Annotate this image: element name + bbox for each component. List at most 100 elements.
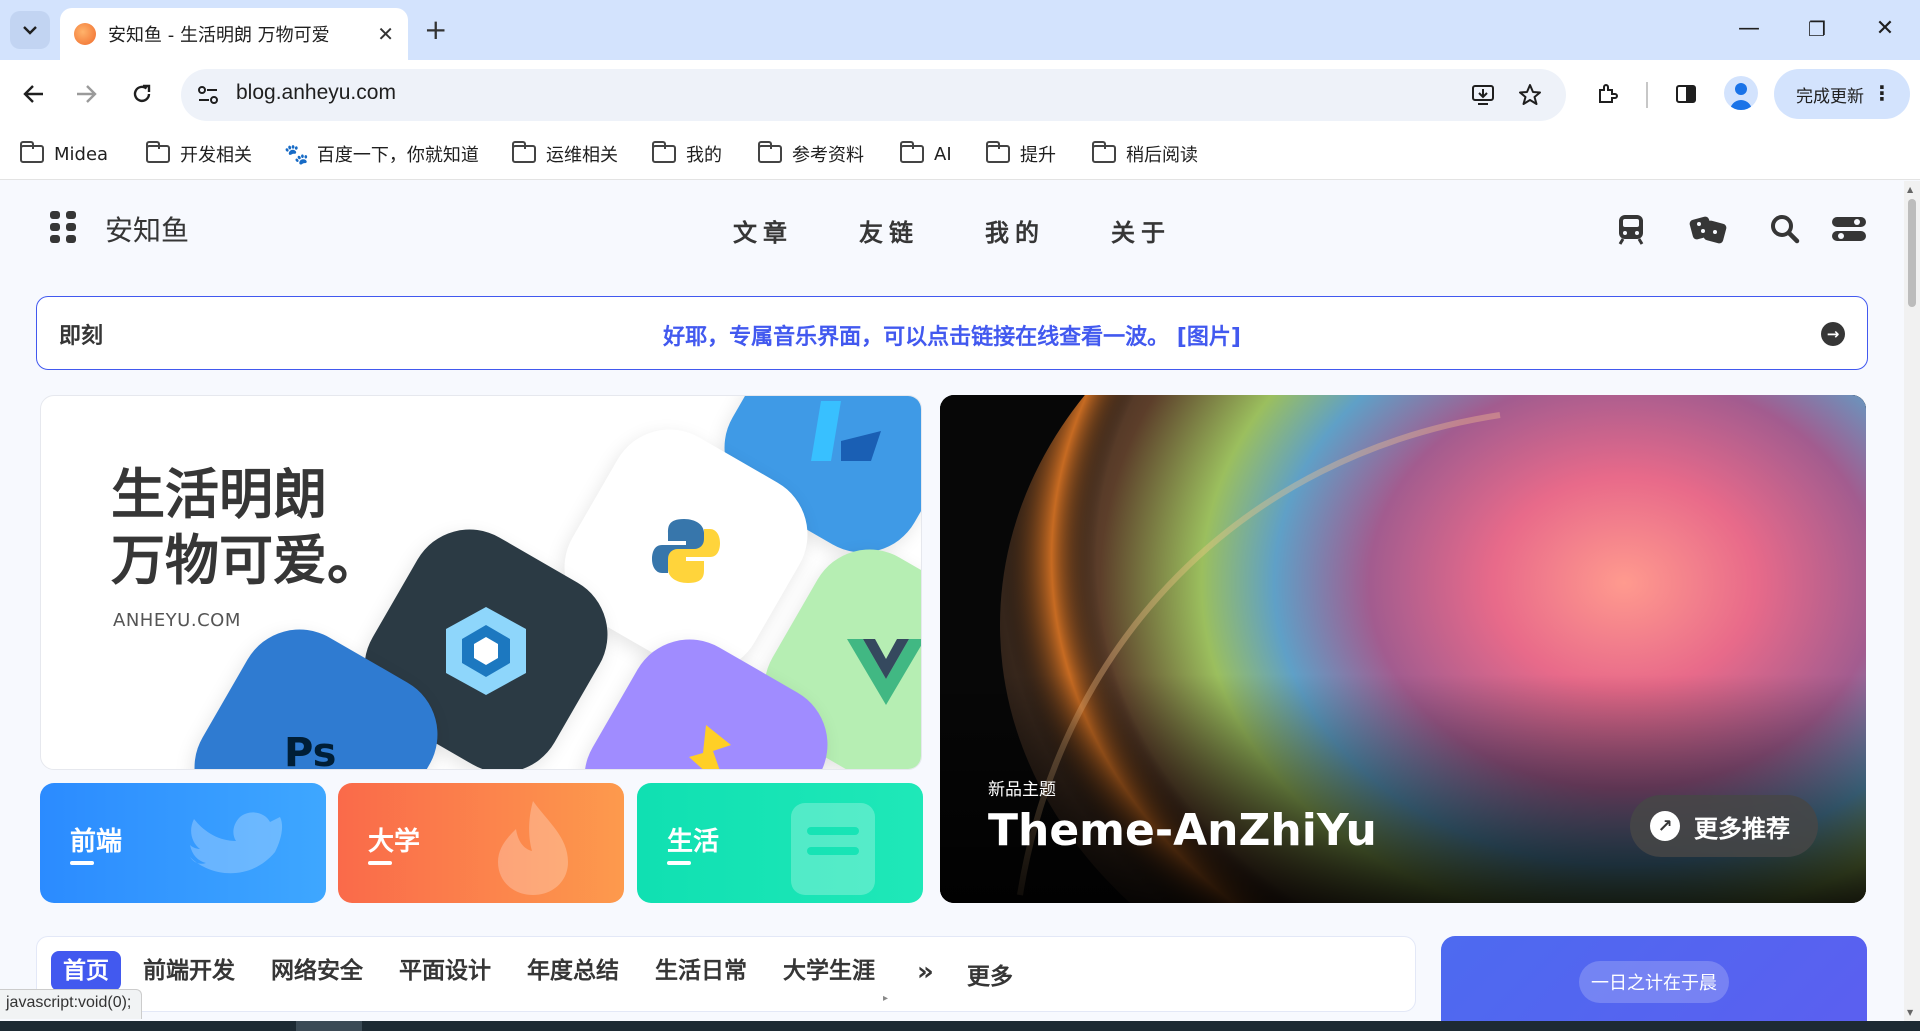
page-scrollbar[interactable]: ▲ ▼ [1904,181,1920,1021]
bookmark-item[interactable]: Midea [20,139,108,169]
nav-friends[interactable]: 友链 [859,213,919,248]
bookmark-item[interactable]: 提升 [986,139,1056,169]
category-label: 大学 [368,827,421,857]
restore-button[interactable]: ❐ [1797,12,1837,46]
folder-icon [1092,141,1116,163]
bookmark-label: 稍后阅读 [1126,145,1198,166]
peach-favicon-icon [74,23,96,45]
arrow-right-icon [77,85,97,103]
sidebar-welcome-card: 一日之计在于晨 [1441,936,1867,1021]
moments-banner[interactable]: 即刻 好耶，专属音乐界面，可以点击链接在线查看一波。 [图片] → [36,296,1868,370]
reload-button[interactable] [122,74,162,114]
bookmark-item[interactable]: 参考资料 [758,139,864,169]
more-recommend-button[interactable]: ↗ 更多推荐 [1630,795,1818,857]
update-label: 完成更新 [1796,86,1864,107]
tab-university[interactable]: 大学生涯 [783,951,875,991]
chevron-down-icon [23,26,37,35]
scroll-down-icon[interactable]: ▼ [1907,1008,1913,1017]
moments-message[interactable]: 好耶，专属音乐界面，可以点击链接在线查看一波。 [图片] [37,319,1867,351]
scroll-caret-icon: ▸ [883,993,889,1004]
bookmark-item[interactable]: 我的 [652,139,722,169]
site-title[interactable]: 安知鱼 [105,209,189,249]
hero-heading: 生活明朗 万物可爱。 [111,462,381,594]
more-menu-icon[interactable]: ⋮ [1872,81,1892,105]
active-tab[interactable]: 安知鱼 - 生活明朗 万物可爱 ✕ [60,8,408,60]
web-page: 安知鱼 文章 友链 我的 关于 即刻 好耶，专属音乐界面，可以点击链接在线查看一… [0,181,1920,1021]
bookmark-item[interactable]: 运维相关 [512,139,618,169]
tab-frontend-dev[interactable]: 前端开发 [143,951,235,991]
bookmark-label: 百度一下，你就知道 [316,145,479,166]
tab-graphic-design[interactable]: 平面设计 [399,951,491,991]
scrollbar-thumb[interactable] [1908,199,1916,307]
profile-avatar-icon[interactable] [1724,76,1758,110]
tab-network-security[interactable]: 网络安全 [271,951,363,991]
bookmark-item[interactable]: 稍后阅读 [1092,139,1198,169]
arrow-left-icon [23,85,43,103]
site-menu-grid-icon[interactable] [50,211,76,243]
bookmark-label: 运维相关 [546,145,618,166]
toggle-icon[interactable] [1829,209,1869,249]
tab-annual-summary[interactable]: 年度总结 [527,951,619,991]
tab-close-icon[interactable]: ✕ [377,22,394,46]
nav-mine[interactable]: 我的 [985,213,1045,248]
bookmark-item[interactable]: AI [900,139,952,169]
tab-home[interactable]: 首页 [51,951,121,991]
back-button[interactable] [14,74,54,114]
bookmark-star-icon[interactable] [1514,79,1546,111]
double-chevron-right-icon[interactable]: » [917,957,934,987]
featured-subtitle: 新品主题 [988,780,1056,800]
category-tabs: 首页 前端开发 网络安全 平面设计 年度总结 生活日常 大学生涯 » 更多 ▸ [36,936,1416,1012]
window-close-button[interactable]: ✕ [1865,12,1905,46]
os-taskbar [0,1021,1920,1031]
toolbar-divider [1646,82,1648,108]
search-icon[interactable] [1765,209,1805,249]
arrow-right-circle-icon[interactable]: → [1821,322,1845,346]
reload-icon [133,84,151,103]
bookmark-label: 参考资料 [792,145,864,166]
new-tab-button[interactable]: + [424,14,447,46]
bookmark-item[interactable]: 开发相关 [146,139,252,169]
bookmark-label: AI [934,143,952,165]
taskbar-active-app[interactable] [296,1021,362,1031]
featured-card[interactable]: 新品主题 Theme-AnZhiYu ↗ 更多推荐 [940,395,1866,903]
update-button[interactable]: 完成更新 ⋮ [1774,69,1910,119]
tab-search-button[interactable] [10,11,50,49]
bookmark-label: Midea [54,143,109,165]
bookmark-label: 开发相关 [180,145,252,166]
folder-icon [900,141,924,163]
forward-button[interactable] [66,74,106,114]
minimize-button[interactable]: — [1729,12,1769,46]
address-bar[interactable]: blog.anheyu.com [181,69,1566,121]
svg-text:Ps: Ps [284,730,336,770]
category-label: 前端 [70,827,123,857]
extensions-icon[interactable] [1590,76,1626,112]
side-panel-icon[interactable] [1668,76,1704,112]
tab-daily-life[interactable]: 生活日常 [655,951,747,991]
nav-articles[interactable]: 文章 [733,213,793,248]
train-icon[interactable] [1611,209,1651,249]
site-settings-icon[interactable] [195,82,221,108]
bird-icon [190,812,283,874]
install-app-icon[interactable] [1467,79,1499,111]
baidu-paw-icon: 🐾 [284,142,309,166]
tab-strip: 安知鱼 - 生活明朗 万物可爱 ✕ + — ❐ ✕ [0,0,1920,60]
category-card-frontend[interactable]: 前端 [40,783,326,903]
hero-line-2: 万物可爱。 [111,529,381,592]
featured-title: Theme-AnZhiYu [988,805,1377,856]
motto-pill[interactable]: 一日之计在于晨 [1579,961,1729,1003]
nav-about[interactable]: 关于 [1111,213,1171,248]
hero-line-1: 生活明朗 [111,463,327,526]
folder-icon [986,141,1010,163]
category-card-life[interactable]: 生活 [637,783,923,903]
flame-icon [498,801,568,895]
tab-more[interactable]: 更多 [967,957,1013,997]
folder-icon [758,141,782,163]
category-underline [70,861,94,865]
document-icon [791,803,875,895]
category-card-university[interactable]: 大学 [338,783,624,903]
bookmark-item[interactable]: 🐾 百度一下，你就知道 [284,139,479,169]
tab-title: 安知鱼 - 生活明朗 万物可爱 [108,25,330,46]
scroll-up-icon[interactable]: ▲ [1907,185,1913,194]
dice-icon[interactable] [1688,209,1728,249]
arrow-up-right-icon: ↗ [1650,811,1680,841]
